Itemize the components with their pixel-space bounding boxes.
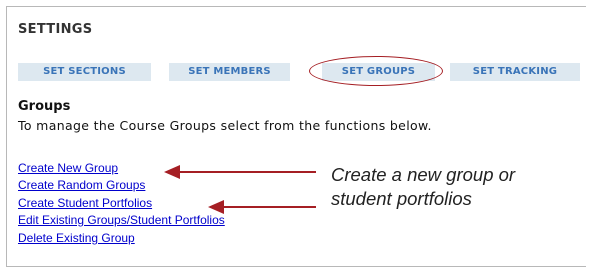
groups-heading: Groups bbox=[18, 99, 71, 114]
edit-existing-groups-link[interactable]: Edit Existing Groups/Student Portfolios bbox=[18, 213, 225, 227]
create-student-portfolios-link[interactable]: Create Student Portfolios bbox=[18, 196, 152, 210]
settings-panel bbox=[6, 6, 586, 267]
create-new-group-link[interactable]: Create New Group bbox=[18, 161, 118, 175]
annotation-line-2: student portfolios bbox=[331, 188, 472, 209]
tab-set-sections[interactable]: SET SECTIONS bbox=[18, 63, 151, 81]
tab-set-tracking[interactable]: SET TRACKING bbox=[450, 63, 580, 81]
create-random-groups-link[interactable]: Create Random Groups bbox=[18, 178, 145, 192]
settings-heading: SETTINGS bbox=[18, 22, 93, 37]
groups-description: To manage the Course Groups select from … bbox=[18, 118, 432, 133]
tab-set-members[interactable]: SET MEMBERS bbox=[169, 63, 290, 81]
annotation-line-1: Create a new group or bbox=[331, 164, 516, 185]
delete-existing-group-link[interactable]: Delete Existing Group bbox=[18, 231, 135, 245]
annotation-callout: Create a new group or student portfolios bbox=[331, 163, 515, 211]
tab-set-groups[interactable]: SET GROUPS bbox=[322, 63, 435, 81]
